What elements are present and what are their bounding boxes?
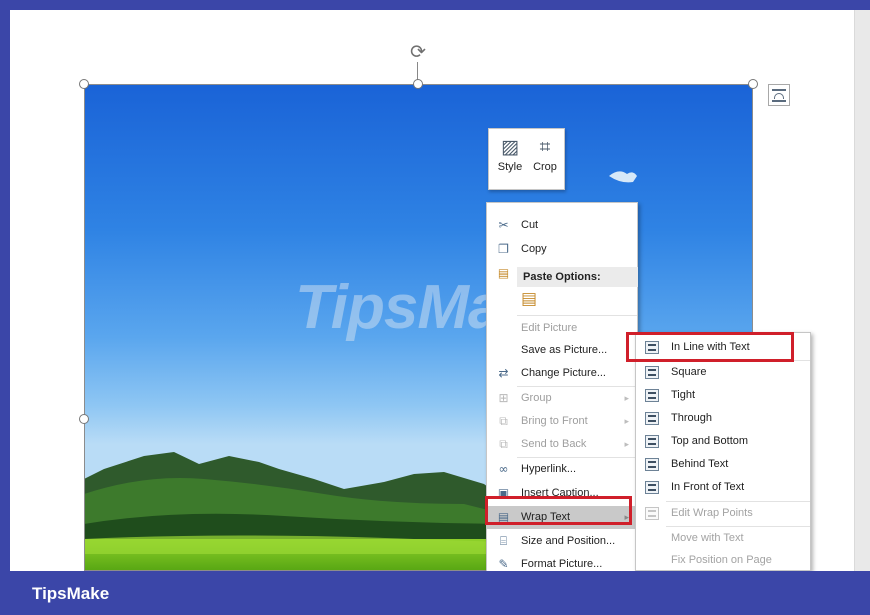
paste-keep-format-icon[interactable]: ▤: [521, 289, 541, 313]
submenu-arrow-icon: ▸: [624, 393, 629, 403]
menu-item-label: Group: [521, 392, 552, 404]
menu-item-label: Copy: [521, 243, 547, 255]
menu-item-cut[interactable]: ✂ Cut: [487, 214, 637, 237]
in-front-wrap-icon: [645, 481, 659, 494]
send-to-back-icon: ⧉: [499, 437, 508, 451]
submenu-arrow-icon: ▸: [624, 512, 629, 522]
wrap-text-submenu: In Line with Text Square Tight Through T…: [635, 332, 811, 571]
submenu-arrow-icon: ▸: [624, 416, 629, 426]
style-label: Style: [497, 161, 523, 173]
resize-handle-top-left[interactable]: [79, 79, 89, 89]
crop-label: Crop: [533, 161, 557, 173]
menu-item-send-to-back[interactable]: ⧉ Send to Back ▸: [487, 433, 637, 456]
wrap-option-label: Behind Text: [671, 458, 729, 470]
menu-item-label: Edit Picture: [521, 322, 578, 334]
wrap-option-label: Square: [671, 366, 707, 378]
menu-item-hyperlink[interactable]: ∞ Hyperlink...: [487, 458, 637, 481]
change-picture-icon: ⇄: [498, 366, 509, 380]
wrap-option-edit-wrap-points[interactable]: Edit Wrap Points: [636, 502, 810, 525]
footer-bar: TipsMake: [0, 571, 870, 615]
top-bottom-wrap-icon: [645, 435, 659, 448]
bring-to-front-icon: ⧉: [499, 414, 508, 428]
menu-item-insert-caption[interactable]: ▣ Insert Caption...: [487, 482, 637, 505]
menu-item-label: Format Picture...: [521, 558, 603, 570]
format-picture-icon: ✎: [498, 557, 509, 571]
menu-item-copy[interactable]: ❐ Copy: [487, 238, 637, 261]
wrap-option-top-and-bottom[interactable]: Top and Bottom: [636, 430, 810, 453]
menu-item-wrap-text[interactable]: ▤ Wrap Text ▸: [487, 506, 637, 529]
menu-item-label: Size and Position...: [521, 535, 616, 547]
wrap-option-label: Move with Text: [671, 532, 744, 544]
resize-handle-left[interactable]: [79, 414, 89, 424]
submenu-arrow-icon: ▸: [624, 439, 629, 449]
wrap-option-label: In Line with Text: [671, 341, 750, 353]
menu-item-label: Save as Picture...: [521, 344, 608, 356]
menu-item-label: Send to Back: [521, 438, 587, 450]
size-position-icon: ⌸: [499, 534, 508, 548]
crop-button[interactable]: ⌗ Crop: [528, 133, 562, 187]
edit-wrap-points-icon: [645, 507, 659, 520]
footer-brand: TipsMake: [32, 584, 110, 603]
hyperlink-icon: ∞: [498, 462, 509, 476]
wrap-option-label: In Front of Text: [671, 481, 745, 493]
behind-text-wrap-icon: [645, 458, 659, 471]
copy-icon: ❐: [498, 242, 509, 256]
style-button[interactable]: ▨ Style: [493, 133, 527, 187]
menu-item-format-picture[interactable]: ✎ Format Picture...: [487, 553, 637, 571]
menu-item-edit-picture[interactable]: Edit Picture: [487, 317, 637, 340]
wrap-option-label: Top and Bottom: [671, 435, 749, 447]
menu-item-change-picture[interactable]: ⇄ Change Picture...: [487, 362, 637, 385]
wrap-text-icon: ▤: [497, 510, 510, 524]
menu-item-label: Insert Caption...: [521, 487, 599, 499]
wrap-option-square[interactable]: Square: [636, 361, 810, 384]
wrap-option-in-front-of-text[interactable]: In Front of Text: [636, 476, 810, 499]
in-line-wrap-icon: [645, 341, 659, 354]
caption-icon: ▣: [497, 486, 510, 500]
wrap-option-move-with-text[interactable]: Move with Text: [636, 527, 810, 550]
menu-item-label: Cut: [521, 219, 539, 231]
menu-item-save-as-picture[interactable]: Save as Picture...: [487, 339, 637, 362]
menu-item-label: Change Picture...: [521, 367, 606, 379]
mini-toolbar: ▨ Style ⌗ Crop: [488, 128, 565, 190]
document-page: ⟳ TipsMake ▨ Style ⌗ Crop ✂ Cut ❐ Copy ▤…: [10, 10, 870, 571]
scissors-icon: ✂: [498, 218, 509, 232]
menu-item-label: Hyperlink...: [521, 463, 577, 475]
vertical-scrollbar[interactable]: [854, 10, 870, 571]
menu-separator: [517, 315, 637, 316]
wrap-option-tight[interactable]: Tight: [636, 384, 810, 407]
context-menu: ✂ Cut ❐ Copy ▤ Paste Options: ▤ Edit Pic…: [486, 202, 638, 571]
wrap-option-label: Fix Position on Page: [671, 554, 772, 566]
group-icon: ⊞: [498, 391, 509, 405]
wrap-option-in-line-with-text[interactable]: In Line with Text: [636, 336, 810, 359]
menu-item-label: Bring to Front: [521, 415, 588, 427]
paste-icon: ▤: [497, 266, 510, 280]
resize-handle-top-right[interactable]: [748, 79, 758, 89]
wrap-option-label: Edit Wrap Points: [671, 507, 753, 519]
square-wrap-icon: [645, 366, 659, 379]
rotate-handle-icon[interactable]: ⟳: [408, 42, 428, 62]
resize-handle-top[interactable]: [413, 79, 423, 89]
menu-item-label: Wrap Text: [521, 511, 571, 523]
wrap-option-label: Tight: [671, 389, 696, 401]
wrap-option-label: Through: [671, 412, 712, 424]
wrap-option-through[interactable]: Through: [636, 407, 810, 430]
wrap-option-behind-text[interactable]: Behind Text: [636, 453, 810, 476]
menu-item-size-and-position[interactable]: ⌸ Size and Position...: [487, 530, 637, 553]
tight-wrap-icon: [645, 389, 659, 402]
through-wrap-icon: [645, 412, 659, 425]
paste-options-header: Paste Options:: [517, 267, 638, 287]
wrap-option-fix-position-on-page[interactable]: Fix Position on Page: [636, 549, 810, 571]
crop-icon: ⌗: [539, 136, 551, 158]
menu-item-group[interactable]: ⊞ Group ▸: [487, 387, 637, 410]
layout-options-icon[interactable]: [768, 84, 790, 106]
picture-style-icon: ▨: [501, 136, 519, 158]
menu-item-bring-to-front[interactable]: ⧉ Bring to Front ▸: [487, 410, 637, 433]
